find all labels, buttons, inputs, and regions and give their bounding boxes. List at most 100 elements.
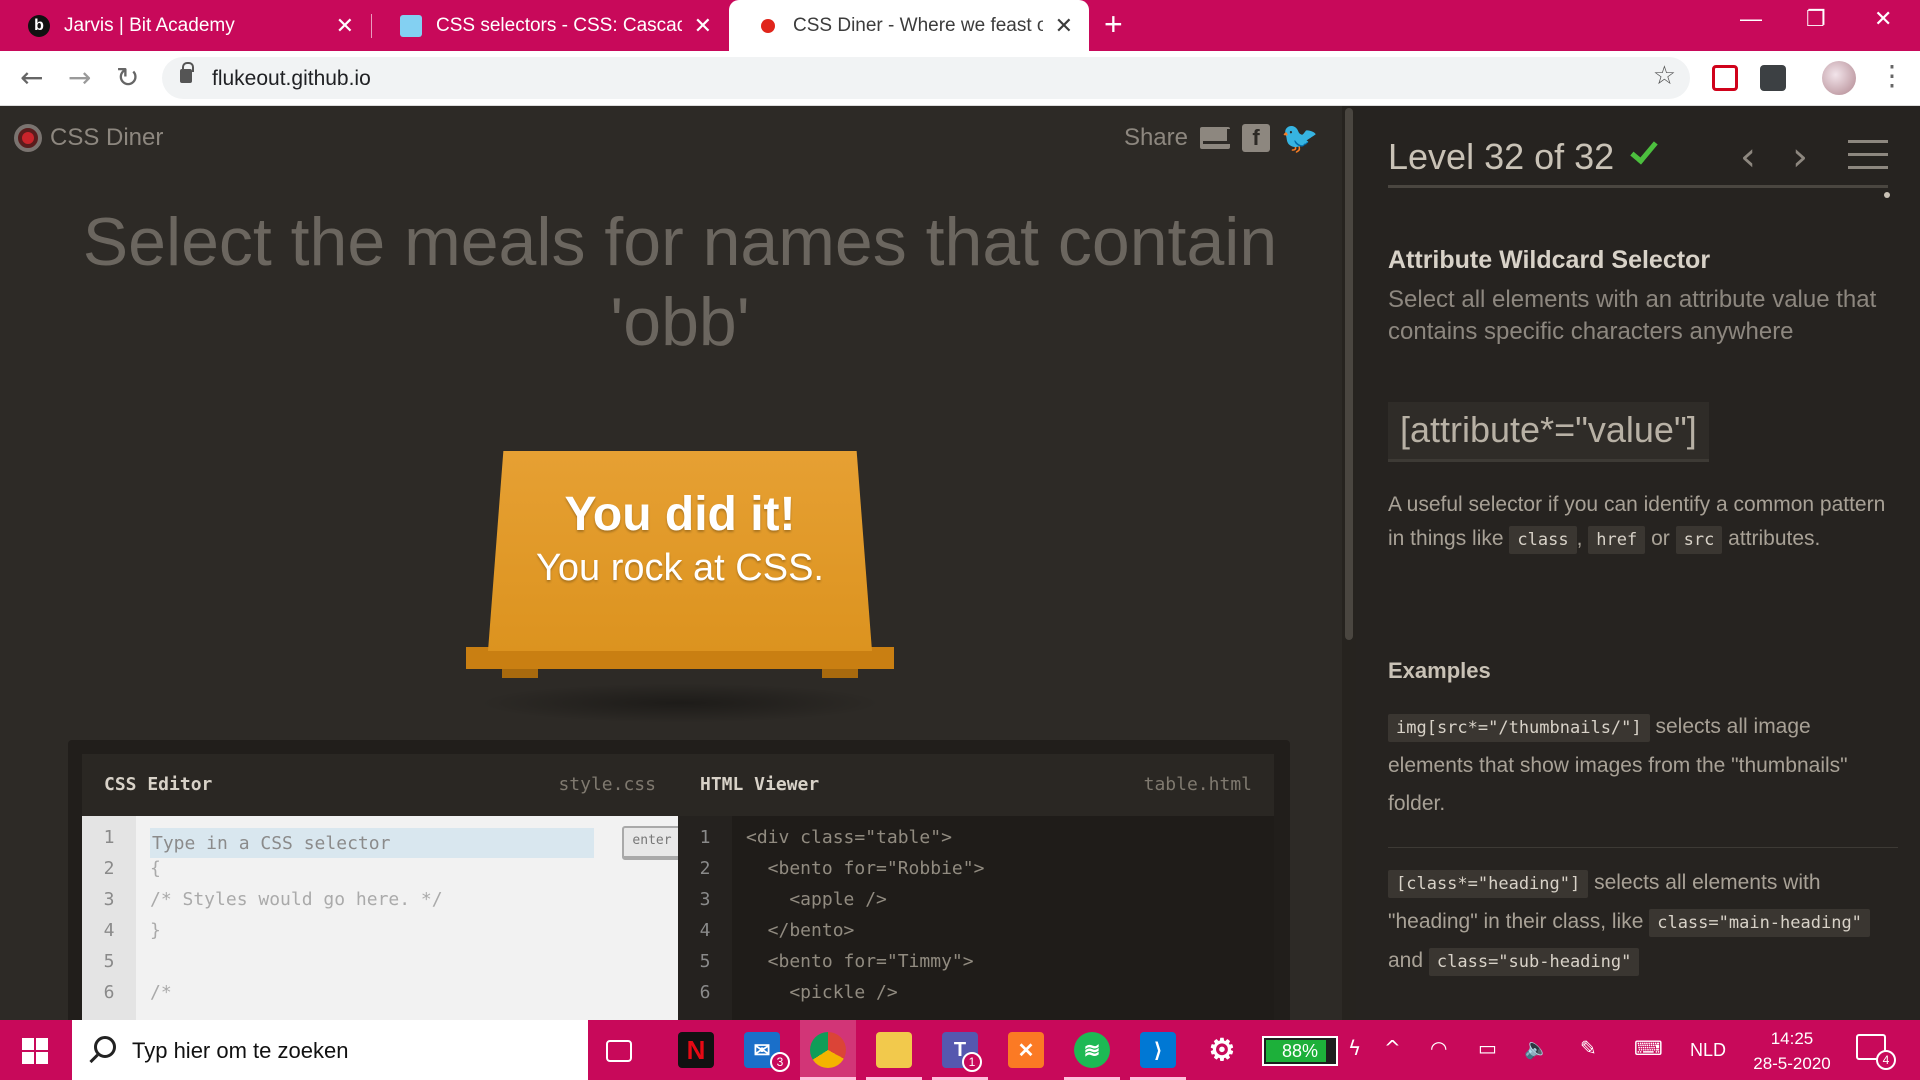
forward-icon[interactable]: → <box>68 61 91 94</box>
markup-line[interactable]: <bento for="Robbie"> <box>746 853 985 884</box>
html-viewer-header: HTML Viewer table.html <box>678 754 1274 816</box>
code-line: /* Styles would go here. */ <box>150 889 443 910</box>
twitter-icon[interactable]: 🐦 <box>1281 122 1318 155</box>
tab-jarvis[interactable]: b Jarvis | Bit Academy ✕ <box>0 0 370 51</box>
search-placeholder: Typ hier om te zoeken <box>132 1038 349 1063</box>
selector-description: Select all elements with an attribute va… <box>1388 286 1877 345</box>
chrome-icon[interactable] <box>810 1032 846 1068</box>
enter-button[interactable]: enter <box>622 826 682 860</box>
share-label: Share <box>1123 124 1188 151</box>
spotify-icon[interactable]: ≋ <box>1074 1032 1110 1068</box>
instructions-sidebar: Level 32 of 32 ‹ › Attribute Wildcard Se… <box>1356 106 1920 1020</box>
restore-icon[interactable]: ❐ <box>1806 6 1826 32</box>
code-snippet: img[src*="/thumbnails/"] <box>1388 714 1650 742</box>
show-hidden-icons-icon[interactable]: ^ <box>1384 1036 1401 1060</box>
html-viewer-filename: table.html <box>1143 774 1252 795</box>
new-tab-button[interactable]: + <box>1104 6 1123 43</box>
netflix-icon[interactable]: N <box>678 1032 714 1068</box>
back-icon[interactable]: ← <box>20 61 43 94</box>
html-viewer-title: HTML Viewer <box>700 774 820 795</box>
code-snippet: src <box>1675 526 1723 554</box>
selector-hint: A useful selector if you can identify a … <box>1388 488 1888 557</box>
hint-text: attributes. <box>1728 527 1821 550</box>
close-icon[interactable]: ✕ <box>1055 13 1073 39</box>
notification-count: 4 <box>1876 1050 1896 1070</box>
logo[interactable]: CSS Diner <box>14 124 163 152</box>
task-view-icon[interactable] <box>606 1040 632 1062</box>
xampp-icon[interactable]: ✕ <box>1008 1032 1044 1068</box>
next-level-icon[interactable]: › <box>1792 134 1808 180</box>
selector-syntax: [attribute*="value"] <box>1388 402 1709 462</box>
keyboard-icon[interactable]: ⌨ <box>1634 1036 1663 1060</box>
wifi-icon[interactable]: ◠ <box>1430 1036 1447 1060</box>
previous-level-icon[interactable]: ‹ <box>1740 134 1756 180</box>
share-bar: Share f 🐦 <box>1123 122 1319 155</box>
settings-gear-icon[interactable]: ⚙ <box>1204 1032 1240 1068</box>
vscode-icon[interactable]: ⟩ <box>1140 1032 1176 1068</box>
html-viewer: HTML Viewer table.html 1 2 3 4 5 6 <div … <box>678 754 1274 1020</box>
code-snippet: class="sub-heading" <box>1428 948 1640 976</box>
pen-icon[interactable]: ✎ <box>1580 1036 1597 1060</box>
power-icon[interactable]: ▭ <box>1478 1036 1497 1060</box>
pocket-extension-icon[interactable] <box>1712 65 1738 91</box>
red-dot-icon <box>761 18 775 33</box>
code-snippet: class <box>1509 526 1577 554</box>
code-snippet: class="main-heading" <box>1649 909 1870 937</box>
level-indicator[interactable]: Level 32 of 32 <box>1388 136 1614 177</box>
selector-name: Attribute Wildcard Selector <box>1388 246 1711 274</box>
url-text[interactable]: flukeout.github.io <box>212 67 371 91</box>
windows-start-icon[interactable] <box>22 1038 48 1064</box>
line-number: 1 <box>699 827 711 848</box>
css-editor-title: CSS Editor <box>104 774 213 795</box>
order-instruction: Select the meals for names that contain … <box>82 204 1278 360</box>
page-scrollbar[interactable] <box>1342 106 1356 1020</box>
browser-tab-strip: b Jarvis | Bit Academy ✕ CSS selectors -… <box>0 0 1920 51</box>
tab-mdn[interactable]: CSS selectors - CSS: Cascading St ✕ <box>372 0 728 51</box>
code-line: /* <box>150 982 172 1003</box>
table-shadow <box>476 683 884 723</box>
table-leg <box>502 669 538 678</box>
chrome-menu-icon[interactable]: ⋮ <box>1878 59 1906 92</box>
clock[interactable]: 14:25 28-5-2020 <box>1752 1026 1832 1076</box>
taskbar-search[interactable]: Typ hier om te zoeken <box>72 1020 588 1080</box>
scrollbar-thumb[interactable] <box>1345 108 1353 640</box>
minimize-icon[interactable]: — <box>1740 6 1762 32</box>
clock-date: 28-5-2020 <box>1753 1054 1831 1073</box>
profile-avatar[interactable] <box>1822 61 1856 95</box>
window-close-icon[interactable]: ✕ <box>1874 6 1892 32</box>
battery-percentage: 88% <box>1281 1041 1319 1061</box>
markup-line[interactable]: <pickle /> <box>746 977 984 1008</box>
tab-css-diner[interactable]: CSS Diner - Where we feast on C ✕ <box>729 0 1089 51</box>
markup-line[interactable]: <bento for="Timmy"> <box>746 946 984 977</box>
css-editor-header: CSS Editor style.css <box>82 754 678 816</box>
mail-badge: 3 <box>770 1052 790 1072</box>
volume-icon[interactable]: 🔈 <box>1524 1036 1549 1060</box>
css-editor-filename: style.css <box>558 774 656 795</box>
input-language[interactable]: NLD <box>1690 1040 1726 1061</box>
address-bar[interactable]: flukeout.github.io ☆ <box>162 57 1690 99</box>
checkmark-icon <box>1630 135 1658 165</box>
hint-text: , <box>1576 527 1583 550</box>
css-editor: CSS Editor style.css 1 2 3 4 5 6 {/* St… <box>82 754 682 1020</box>
markup-line[interactable]: <apple /> <box>746 884 984 915</box>
close-icon[interactable]: ✕ <box>336 13 354 39</box>
css-diner-logo-icon <box>14 124 42 152</box>
markup-line[interactable]: </bento> <box>746 915 984 946</box>
code-snippet: href <box>1588 526 1646 554</box>
extension-icon[interactable] <box>1760 65 1786 91</box>
browser-toolbar: ← → ↻ flukeout.github.io ☆ ⋮ <box>0 51 1920 106</box>
level-menu-icon[interactable] <box>1848 140 1888 170</box>
battery-indicator[interactable]: 88% <box>1262 1036 1338 1066</box>
email-icon[interactable] <box>1200 127 1230 149</box>
facebook-icon[interactable]: f <box>1242 124 1270 152</box>
reload-icon[interactable]: ↻ <box>116 61 139 94</box>
css-selector-input[interactable] <box>150 828 594 858</box>
notification-center-icon[interactable]: 4 <box>1856 1034 1896 1070</box>
close-icon[interactable]: ✕ <box>694 13 712 39</box>
bookmark-star-icon[interactable]: ☆ <box>1653 61 1676 91</box>
file-explorer-icon[interactable] <box>876 1032 912 1068</box>
css-editor-body: 1 2 3 4 5 6 { /* Styles would go here. *… <box>82 816 682 1020</box>
taskbar: Typ hier om te zoeken N ✉ 3 T 1 ✕ ≋ ⟩ ⚙ … <box>0 1020 1920 1080</box>
markup-line[interactable]: <div class="table"> <box>746 822 984 853</box>
hint-text: or <box>1651 527 1670 550</box>
